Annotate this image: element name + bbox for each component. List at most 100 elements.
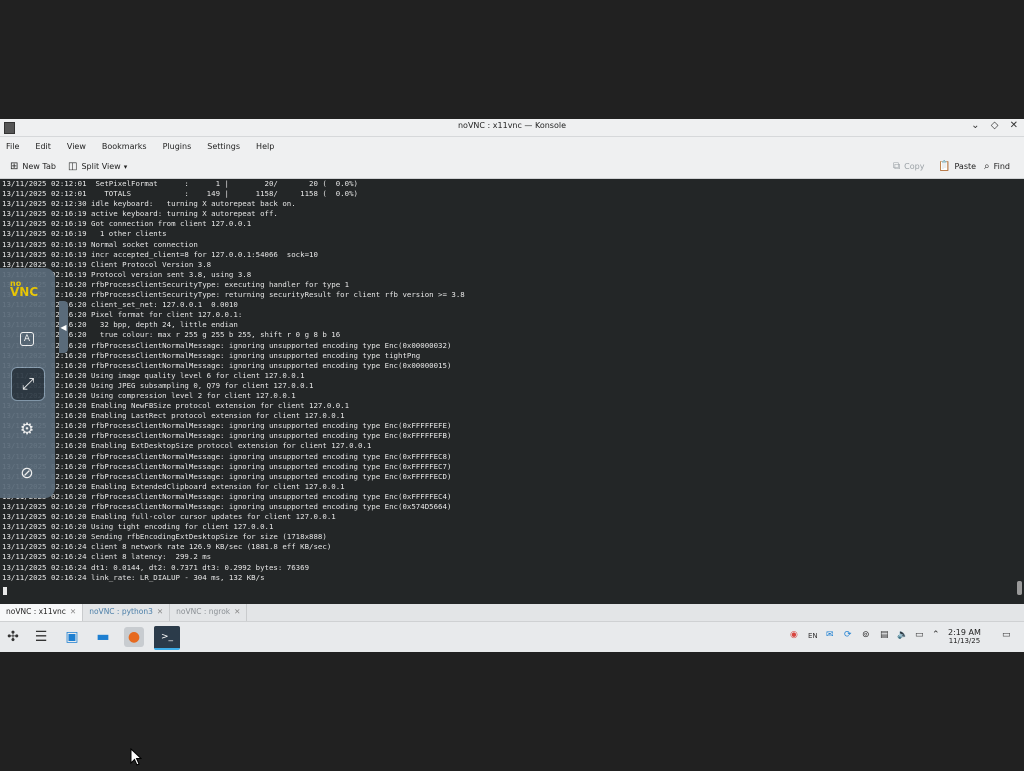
menu-bookmarks[interactable]: Bookmarks	[102, 142, 147, 151]
terminal-line: 13/11/2025 02:16:19 incr accepted_client…	[2, 249, 318, 259]
terminal-line: 13/11/2025 02:16:24 link_rate: LR_DIALUP…	[2, 572, 265, 582]
keyboard-layout-indicator[interactable]: EN	[808, 632, 818, 640]
new-tab-button[interactable]: ⊞ New Tab	[10, 161, 56, 172]
mail-icon[interactable]: ✉	[826, 630, 834, 640]
tab-bar: noVNC : x11vnc ✕ noVNC : python3 ✕ noVNC…	[0, 604, 1024, 623]
copy-button[interactable]: ⧉ Copy	[893, 161, 924, 172]
novnc-control-bar: no VNC A ⤢ ⚙ ⊘	[0, 268, 55, 498]
minimize-icon[interactable]: ⌄	[971, 120, 979, 131]
new-tab-icon: ⊞	[10, 161, 19, 172]
network-icon[interactable]: ▭	[915, 630, 924, 640]
menu-help[interactable]: Help	[256, 142, 274, 151]
tab-label: noVNC : x11vnc	[6, 607, 66, 616]
terminal-line: 13/11/2025 02:16:20 Using tight encoding…	[2, 522, 274, 532]
app-launcher-icon[interactable]: ✣	[3, 627, 23, 647]
terminal-line: 13/11/2025 02:16:20 Enabling full-color …	[2, 512, 336, 522]
chevron-left-icon: ◀	[60, 322, 67, 332]
terminal-line: 13/11/2025 02:16:19 1 other clients	[2, 229, 167, 239]
copy-icon: ⧉	[893, 161, 901, 172]
tab-python3[interactable]: noVNC : python3 ✕	[83, 604, 171, 621]
terminal-line: 13/11/2025 02:16:20 rfbProcessClientNorm…	[2, 360, 452, 370]
terminal-line: 13/11/2025 02:16:20 rfbProcessClientNorm…	[2, 350, 421, 360]
terminal-line: 13/11/2025 02:16:19 Protocol version sen…	[2, 269, 252, 279]
find-label: Find	[993, 162, 1010, 171]
task-view-icon[interactable]: ☰	[31, 627, 51, 647]
terminal-line: 13/11/2025 02:16:20 rfbProcessClientNorm…	[2, 471, 452, 481]
clock-date: 11/13/25	[948, 637, 981, 645]
terminal-line: 13/11/2025 02:16:20 Pixel format for cli…	[2, 310, 243, 320]
terminal-scrollbar[interactable]	[1016, 179, 1022, 604]
find-button[interactable]: ⌕ Find	[984, 161, 1010, 172]
menu-file[interactable]: File	[6, 142, 19, 151]
tab-label: noVNC : python3	[89, 607, 153, 616]
clock-time: 2:19 AM	[948, 628, 981, 637]
terminal-cursor	[3, 587, 7, 595]
notes-icon[interactable]: ▤	[880, 630, 889, 640]
terminal-line: 13/11/2025 02:16:20 Using compression le…	[2, 390, 296, 400]
terminal-line: 13/11/2025 02:16:20 rfbProcessClientNorm…	[2, 431, 452, 441]
terminal-line: 13/11/2025 02:16:20 Sending rfbEncodingE…	[2, 532, 327, 542]
clipboard-icon[interactable]: ⊚	[862, 630, 870, 640]
window-title: noVNC : x11vnc — Konsole	[457, 121, 566, 130]
terminal-line: 13/11/2025 02:16:20 Enabling ExtendedCli…	[2, 481, 345, 491]
terminal-line: 13/11/2025 02:12:01 TOTALS : 149 | 1158/…	[2, 189, 358, 199]
close-tab-icon[interactable]: ✕	[70, 607, 76, 616]
konsole-task-icon[interactable]: >_	[154, 626, 180, 650]
novnc-bar-handle[interactable]: ◀	[59, 301, 68, 353]
menu-bar: File Edit View Bookmarks Plugins Setting…	[0, 137, 1024, 155]
fullscreen-button[interactable]: ⤢	[11, 367, 45, 401]
close-tab-icon[interactable]: ✕	[234, 607, 240, 616]
scrollbar-thumb[interactable]	[1017, 581, 1022, 595]
terminal-line: 13/11/2025 02:16:20 rfbProcessClientNorm…	[2, 340, 452, 350]
copy-label: Copy	[904, 162, 925, 171]
updates-icon[interactable]: ⟳	[844, 630, 852, 640]
terminal-line: 13/11/2025 02:16:19 Got connection from …	[2, 219, 252, 229]
disconnect-icon: ⊘	[20, 462, 34, 482]
terminal-line: 13/11/2025 02:16:20 rfbProcessClientNorm…	[2, 421, 452, 431]
settings-button[interactable]: ⚙	[11, 412, 43, 444]
close-icon[interactable]: ✕	[1010, 120, 1018, 131]
firefox-icon[interactable]: ●	[124, 627, 144, 647]
search-icon: ⌕	[984, 161, 990, 172]
paste-button[interactable]: 📋 Paste	[938, 161, 976, 172]
clock[interactable]: 2:19 AM 11/13/25	[948, 628, 981, 646]
konsole-window: noVNC : x11vnc — Konsole ⌄ ◇ ✕ File Edit…	[0, 119, 1024, 623]
terminal-line: 13/11/2025 02:16:20 rfbProcessClientNorm…	[2, 491, 452, 501]
terminal-line: 13/11/2025 02:16:19 Normal socket connec…	[2, 239, 198, 249]
split-view-button[interactable]: ◫ Split View ▾	[68, 161, 127, 172]
terminal-line: 13/11/2025 02:16:20 rfbProcessClientNorm…	[2, 451, 452, 461]
menu-plugins[interactable]: Plugins	[163, 142, 192, 151]
toolbar: ⊞ New Tab ◫ Split View ▾ ⧉ Copy 📋 Paste …	[0, 155, 1024, 179]
novnc-logo: no VNC	[10, 280, 38, 299]
record-icon[interactable]: ◉	[790, 630, 798, 640]
terminal-output[interactable]: 13/11/2025 02:12:01 SetPixelFormat : 1 |…	[0, 179, 1024, 604]
keyboard-button[interactable]: A	[11, 323, 43, 355]
terminal-line: 13/11/2025 02:16:20 rfbProcessClientSecu…	[2, 279, 350, 289]
terminal-line: 13/11/2025 02:16:20 Using image quality …	[2, 370, 305, 380]
maximize-icon[interactable]: ◇	[991, 120, 999, 131]
menu-edit[interactable]: Edit	[35, 142, 51, 151]
file-manager-icon[interactable]: ▬	[93, 627, 113, 647]
menu-view[interactable]: View	[67, 142, 86, 151]
show-desktop-icon[interactable]: ▭	[1002, 630, 1011, 640]
paste-icon: 📋	[938, 161, 951, 172]
tab-ngrok[interactable]: noVNC : ngrok ✕	[170, 604, 248, 621]
keyboard-icon: A	[19, 332, 35, 346]
fullscreen-icon: ⤢	[21, 374, 35, 393]
window-controls: ⌄ ◇ ✕	[963, 120, 1018, 131]
close-tab-icon[interactable]: ✕	[157, 607, 163, 616]
terminal-line: 13/11/2025 02:16:20 Enabling NewFBSize p…	[2, 401, 350, 411]
volume-icon[interactable]: 🔈	[897, 630, 908, 640]
menu-settings[interactable]: Settings	[207, 142, 240, 151]
gear-icon: ⚙	[19, 418, 35, 438]
title-bar[interactable]: noVNC : x11vnc — Konsole ⌄ ◇ ✕	[0, 119, 1024, 137]
paste-label: Paste	[954, 162, 977, 171]
tab-label: noVNC : ngrok	[176, 607, 231, 616]
terminal-line: 13/11/2025 02:16:20 true colour: max r 2…	[2, 330, 341, 340]
terminal-line: 13/11/2025 02:16:24 client 8 network rat…	[2, 542, 332, 552]
chevron-down-icon: ▾	[123, 162, 128, 171]
taskbar: ✣ ☰ ▣ ▬ ● >_ ◉ EN ✉ ⟳ ⊚ ▤ 🔈 ▭ ⌃ 2:19 AM …	[0, 621, 1024, 652]
chevron-up-icon[interactable]: ⌃	[932, 630, 940, 640]
software-store-icon[interactable]: ▣	[62, 627, 82, 647]
disconnect-button[interactable]: ⊘	[11, 456, 43, 488]
